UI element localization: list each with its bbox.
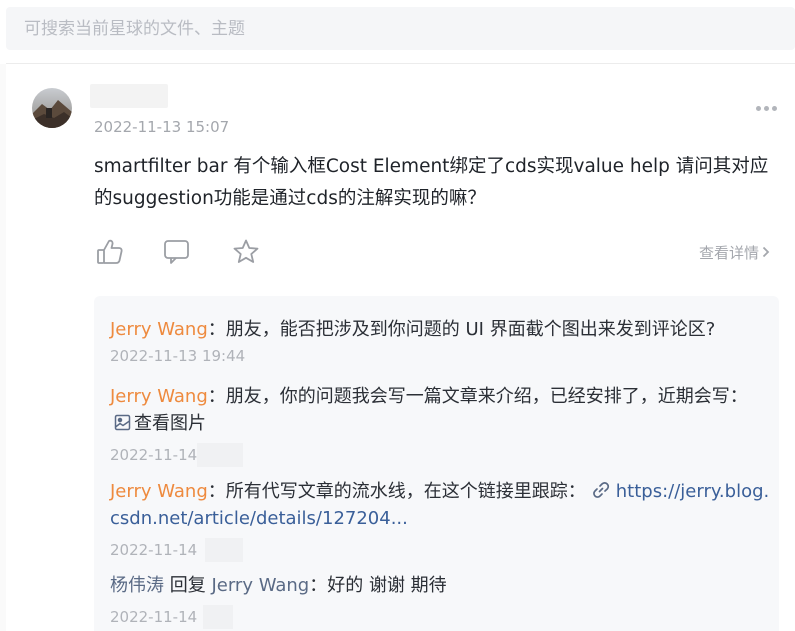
post-timestamp: 2022-11-13 15:07	[94, 118, 230, 136]
comment-timestamp: 2022-11-14	[110, 443, 770, 467]
comment-body: 朋友，能否把涉及到你问题的 UI 界面截个图出来发到评论区?	[225, 319, 716, 340]
view-image-link[interactable]: 查看图片	[110, 413, 206, 434]
time-redacted	[203, 605, 234, 629]
comment-item: Jerry Wang：朋友，能否把涉及到你问题的 UI 界面截个图出来发到评论区…	[110, 316, 770, 365]
time-redacted	[197, 443, 244, 467]
comments-section: Jerry Wang：朋友，能否把涉及到你问题的 UI 界面截个图出来发到评论区…	[94, 296, 779, 631]
comment-item: Jerry Wang：所有代写文章的流水线，在这个链接里跟踪： https://j…	[110, 478, 770, 562]
more-dots-icon	[756, 106, 761, 111]
author-name-redacted	[90, 84, 168, 108]
star-icon[interactable]	[231, 238, 261, 266]
reply-word: 回复	[169, 575, 206, 596]
comment-body: 所有代写文章的流水线，在这个链接里跟踪：	[225, 481, 586, 502]
more-options-button[interactable]	[756, 96, 782, 111]
comment-timestamp: 2022-11-14	[110, 538, 770, 562]
comment-text: Jerry Wang：朋友，你的问题我会写一篇文章来介绍，已经安排了，近期会写：…	[110, 386, 748, 434]
commenter-name[interactable]: Jerry Wang	[110, 481, 208, 502]
commenter-name[interactable]: 杨伟涛	[110, 575, 164, 596]
search-input[interactable]	[24, 7, 764, 50]
comment-body: 朋友，你的问题我会写一篇文章来介绍，已经安排了，近期会写：	[225, 386, 748, 407]
divider	[6, 63, 795, 64]
reply-to-name[interactable]: Jerry Wang	[211, 575, 309, 596]
comment-item: Jerry Wang：朋友，你的问题我会写一篇文章来介绍，已经安排了，近期会写：…	[110, 383, 770, 467]
comment-text: 杨伟涛 回复 Jerry Wang：好的 谢谢 期待	[110, 575, 447, 596]
image-icon	[114, 412, 131, 431]
time-redacted	[205, 538, 244, 562]
chevron-right-icon	[762, 244, 770, 262]
link-chain-icon	[592, 480, 610, 498]
comment-body: 好的 谢谢 期待	[327, 575, 447, 596]
avatar[interactable]	[32, 88, 72, 128]
search-bar	[6, 7, 795, 50]
comment-timestamp: 2022-11-13 19:44	[110, 347, 246, 365]
page: 2022-11-13 15:07 smartfilter bar 有个输入框Co…	[0, 0, 795, 631]
comment-text: Jerry Wang：朋友，能否把涉及到你问题的 UI 界面截个图出来发到评论区…	[110, 319, 716, 340]
view-details-label: 查看详情	[699, 244, 760, 262]
commenter-name[interactable]: Jerry Wang	[110, 386, 208, 407]
comment-item: 杨伟涛 回复 Jerry Wang：好的 谢谢 期待 2022-11-14	[110, 572, 770, 629]
view-image-label: 查看图片	[134, 413, 206, 434]
commenter-name[interactable]: Jerry Wang	[110, 319, 208, 340]
comment-bubble-icon[interactable]	[162, 238, 192, 266]
thumbs-up-icon[interactable]	[95, 238, 125, 266]
view-details-link[interactable]: 查看详情	[699, 242, 770, 263]
comment-text: Jerry Wang：所有代写文章的流水线，在这个链接里跟踪： https://j…	[110, 480, 770, 529]
left-rail	[0, 64, 6, 631]
post-text: smartfilter bar 有个输入框Cost Element绑定了cds实…	[94, 156, 769, 209]
comment-timestamp: 2022-11-14	[110, 605, 770, 629]
